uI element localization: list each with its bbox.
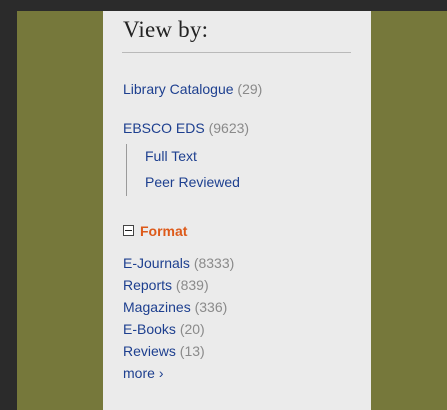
filter-peer-reviewed[interactable]: Peer Reviewed	[145, 174, 240, 190]
source-item-library-catalogue[interactable]: Library Catalogue (29)	[123, 81, 262, 97]
format-count: (13)	[179, 343, 205, 359]
filter-full-text[interactable]: Full Text	[145, 148, 197, 164]
format-section-header[interactable]: Format	[123, 223, 187, 239]
source-label[interactable]: EBSCO EDS	[123, 120, 205, 136]
format-item-e-books[interactable]: E-Books (20)	[123, 321, 205, 337]
chevron-right-icon[interactable]: ›	[159, 365, 164, 381]
source-count: (9623)	[208, 120, 250, 136]
source-count: (29)	[237, 81, 263, 97]
format-item-magazines[interactable]: Magazines (336)	[123, 299, 227, 315]
format-count: (336)	[194, 299, 228, 315]
format-label[interactable]: E-Books	[123, 321, 176, 337]
format-count: (8333)	[193, 255, 235, 271]
format-count: (20)	[179, 321, 205, 337]
format-heading: Format	[140, 223, 188, 239]
source-item-ebsco-eds[interactable]: EBSCO EDS (9623)	[123, 120, 249, 136]
format-item-e-journals[interactable]: E-Journals (8333)	[123, 255, 234, 271]
title-divider	[122, 52, 351, 53]
collapse-minus-icon[interactable]	[123, 224, 134, 236]
more-label[interactable]: more	[123, 365, 155, 381]
format-label[interactable]: Reviews	[123, 343, 176, 359]
source-label[interactable]: Library Catalogue	[123, 81, 234, 97]
format-label[interactable]: Reports	[123, 277, 172, 293]
eds-filter-list: Full Text Peer Reviewed	[126, 144, 267, 196]
format-count: (839)	[175, 277, 209, 293]
view-by-panel: View by: Library Catalogue (29) EBSCO ED…	[103, 11, 371, 410]
more-link[interactable]: more ›	[123, 365, 164, 381]
panel-title: View by:	[123, 17, 209, 42]
format-item-reports[interactable]: Reports (839)	[123, 277, 209, 293]
format-item-reviews[interactable]: Reviews (13)	[123, 343, 205, 359]
format-label[interactable]: E-Journals	[123, 255, 190, 271]
format-label[interactable]: Magazines	[123, 299, 191, 315]
